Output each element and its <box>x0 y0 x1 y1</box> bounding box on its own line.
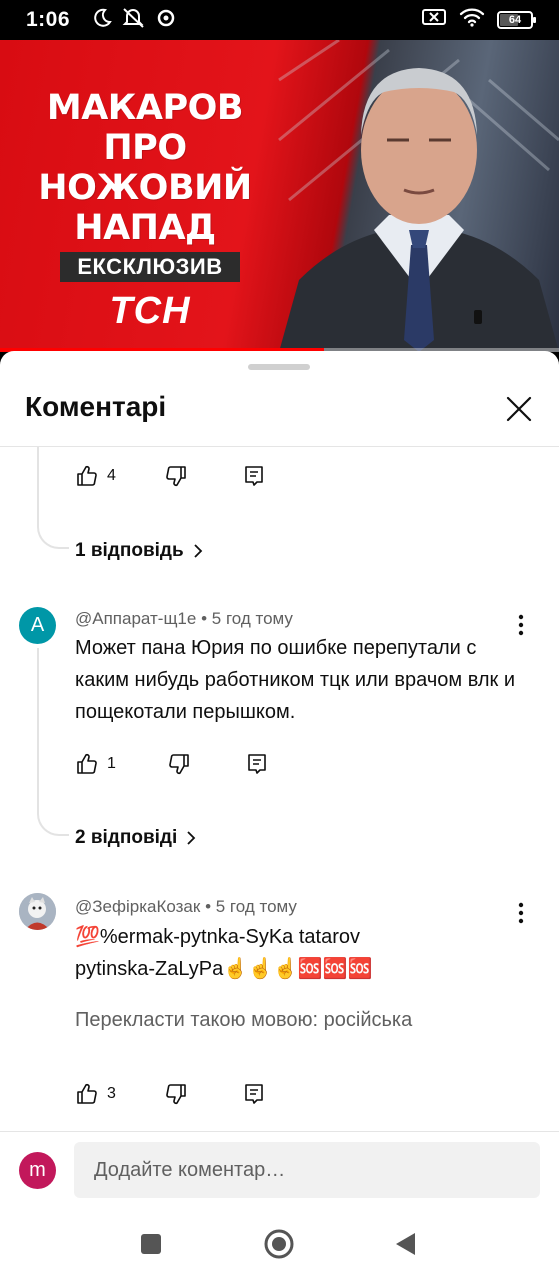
status-time: 1:06 <box>26 8 71 31</box>
thumbs-up-icon <box>77 753 97 774</box>
my-avatar[interactable]: m <box>19 1152 56 1189</box>
wifi-icon <box>459 7 485 32</box>
video-player[interactable]: МАКАРОВ ПРО НОЖОВИЙ НАПАД НА СЕБЕ ЕКСКЛЮ… <box>0 40 559 352</box>
close-icon <box>506 396 532 422</box>
dislike-button[interactable] <box>167 752 191 776</box>
avatar[interactable] <box>19 893 56 930</box>
comment-meta: @ЗефіркаКозак • 5 год тому <box>75 897 297 916</box>
comment-actions: 3 <box>75 1082 266 1106</box>
dislike-button[interactable] <box>164 1082 188 1106</box>
speaker-portrait <box>278 40 559 352</box>
translate-link[interactable]: Перекласти такою мовою: російська <box>75 1009 412 1032</box>
comment-meta: @Аппарат-щ1е • 5 год тому <box>75 609 293 628</box>
back-triangle-icon <box>396 1233 415 1255</box>
like-button[interactable]: 4 <box>75 464 116 488</box>
reply-button[interactable] <box>245 752 269 776</box>
app-notification-icon <box>156 8 176 33</box>
comments-sheet: Коментарі 4 1 відповідь A @Аппарат-щ1е •… <box>0 351 559 1280</box>
battery-icon: 64 <box>497 10 536 29</box>
status-bar: 1:06 64 <box>0 0 559 40</box>
replies-count-label: 2 відповіді <box>75 827 178 848</box>
chevron-right-icon <box>194 544 202 558</box>
header-divider <box>0 446 559 447</box>
reply-icon <box>245 466 263 486</box>
avatar-image <box>19 893 56 930</box>
reply-button[interactable] <box>242 464 266 488</box>
reply-button[interactable] <box>242 1082 266 1106</box>
chevron-right-icon <box>187 831 196 845</box>
sheet-title: Коментарі <box>25 391 167 422</box>
like-button[interactable]: 1 <box>75 752 116 776</box>
reply-icon <box>245 1084 263 1104</box>
like-count: 4 <box>107 467 116 484</box>
thread-line <box>37 447 69 549</box>
avatar[interactable]: A <box>19 607 56 644</box>
comment-author[interactable]: @ЗефіркаКозак <box>75 897 200 916</box>
comment-time: 5 год тому <box>215 897 297 916</box>
back-button[interactable] <box>387 1226 423 1262</box>
thumbs-up-icon <box>77 465 97 486</box>
view-replies-link[interactable]: 1 відповідь <box>75 540 204 562</box>
home-button[interactable] <box>261 1226 297 1262</box>
thumbs-down-icon <box>169 754 189 775</box>
do-not-disturb-icon <box>92 8 112 33</box>
more-options-button[interactable] <box>511 898 531 928</box>
thumbs-down-icon <box>166 466 186 487</box>
comment-text: 💯%ermak-pytnka-SyKa tatarov pytinska-ZaL… <box>75 926 373 980</box>
footer-divider <box>0 1131 559 1132</box>
comment-text: Может пана Юрия по ошибке перепутали с к… <box>75 637 516 723</box>
recents-square-icon <box>141 1234 161 1254</box>
add-comment-input[interactable] <box>74 1142 540 1198</box>
comment-actions: 4 <box>75 464 266 488</box>
close-button[interactable] <box>499 389 539 429</box>
thumbs-up-icon <box>77 1083 97 1104</box>
thumbs-down-icon <box>166 1084 186 1105</box>
thread-line <box>37 648 69 836</box>
comment-actions: 1 <box>75 752 269 776</box>
no-sim-icon <box>421 7 447 32</box>
battery-level: 64 <box>508 13 522 26</box>
replies-count-label: 1 відповідь <box>75 540 184 561</box>
like-count: 1 <box>107 755 116 772</box>
more-vert-icon <box>518 902 524 924</box>
reply-icon <box>248 754 266 774</box>
home-circle-icon <box>264 1229 294 1259</box>
view-replies-link[interactable]: 2 відповіді <box>75 827 197 849</box>
dislike-button[interactable] <box>164 464 188 488</box>
system-nav-bar <box>0 1208 559 1280</box>
muted-icon <box>122 7 146 34</box>
comment-author[interactable]: @Аппарат-щ1е <box>75 609 196 628</box>
like-button[interactable]: 3 <box>75 1082 116 1106</box>
recents-button[interactable] <box>133 1226 169 1262</box>
comment-time: 5 год тому <box>211 609 293 628</box>
drag-handle[interactable] <box>248 364 310 370</box>
exclusive-badge: ЕКСКЛЮЗИВ <box>60 252 240 282</box>
channel-logo: ТСН <box>109 290 191 332</box>
like-count: 3 <box>107 1085 116 1102</box>
